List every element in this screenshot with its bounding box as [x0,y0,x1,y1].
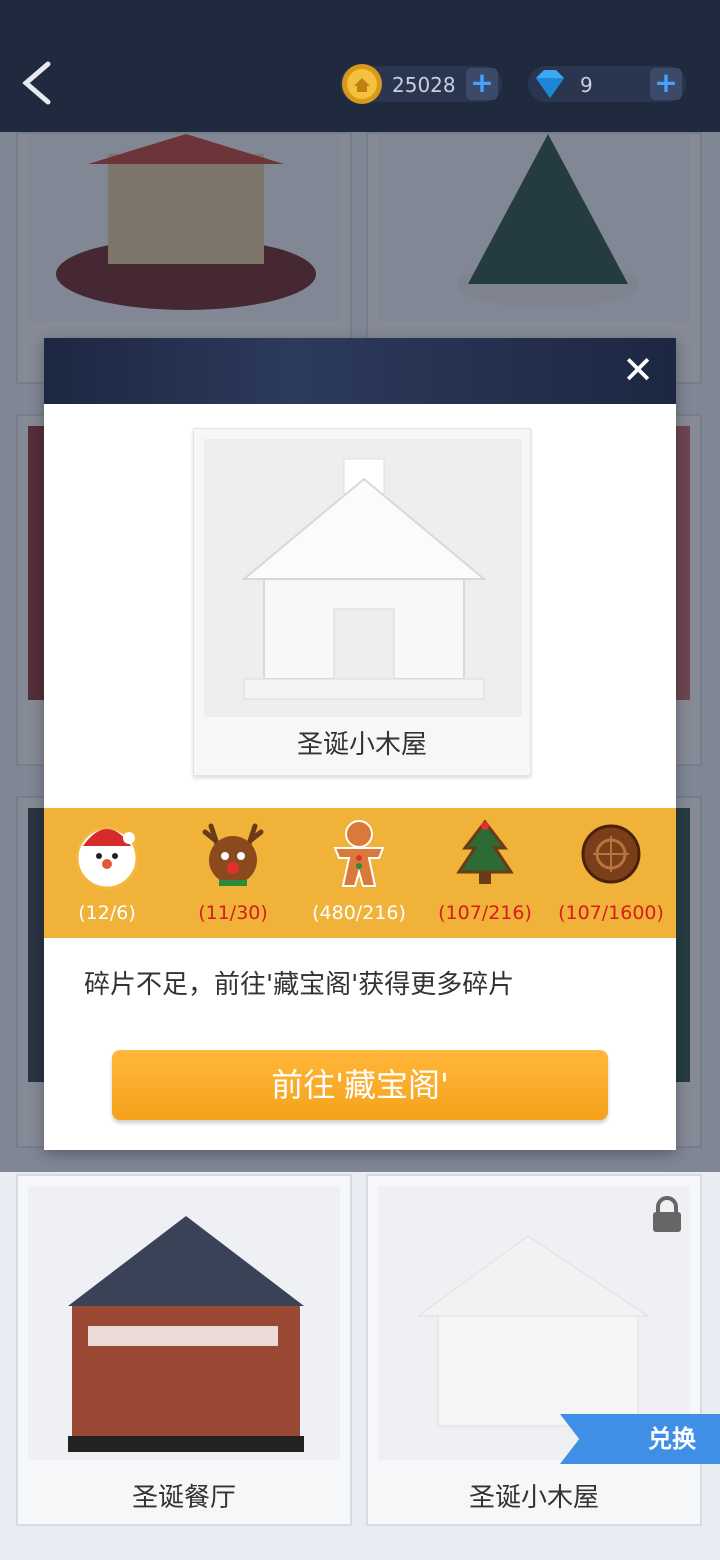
fragment-santa: (12/6) [44,818,170,928]
fragment-count: (12/6) [78,902,136,924]
item-name: 圣诞小木屋 [296,730,427,760]
fragment-count: (480/216) [312,902,406,924]
card-label: 圣诞餐厅 [131,1483,236,1513]
cabin-preview-image [204,439,522,717]
fragment-count: (107/1600) [558,902,664,924]
coin-amount: 25028 [392,73,456,97]
insufficient-fragments-message: 碎片不足，前往'藏宝阁'获得更多碎片 [84,970,515,1000]
reindeer-icon [202,823,264,886]
coin-icon [342,64,382,104]
coin-balance: 25028 + [340,64,502,104]
lock-icon [653,1196,681,1232]
fragment-gingerbread: (480/216) [296,818,422,928]
restaurant-image [28,1186,340,1460]
santa-icon [75,826,139,890]
fragment-strip: (12/6) (11/30) (480/216) (107/216) (107/… [44,808,676,938]
diamond-icon [536,70,564,98]
card-label: 圣诞小木屋 [468,1483,599,1513]
fragment-exchange-dialog: ✕ 圣诞小木屋 (12/6) (11/30) (480/216) (107/21… [44,338,676,1150]
add-coins-button[interactable]: + [466,68,498,100]
close-icon[interactable]: ✕ [618,350,658,390]
fragment-count: (11/30) [198,902,268,924]
gem-amount: 9 [580,73,593,97]
fragment-cookie: (107/1600) [548,818,674,928]
gingerbread-icon [333,820,385,887]
add-gems-button[interactable]: + [650,68,682,100]
gem-balance: 9 + [528,66,686,102]
cookie-icon [581,824,641,884]
dialog-header: ✕ [44,338,676,404]
item-card-restaurant[interactable]: 圣诞餐厅 [16,1174,352,1526]
christmas-tree-icon [456,819,514,884]
exchange-ribbon[interactable]: 兑换 [560,1414,720,1464]
back-icon[interactable] [14,58,62,108]
top-bar: 25028 + 9 + [0,0,720,132]
fragment-count: (107/216) [438,902,532,924]
item-preview: 圣诞小木屋 [193,428,531,776]
go-treasure-button[interactable]: 前往'藏宝阁' [112,1050,608,1120]
fragment-tree: (107/216) [422,818,548,928]
fragment-reindeer: (11/30) [170,818,296,928]
